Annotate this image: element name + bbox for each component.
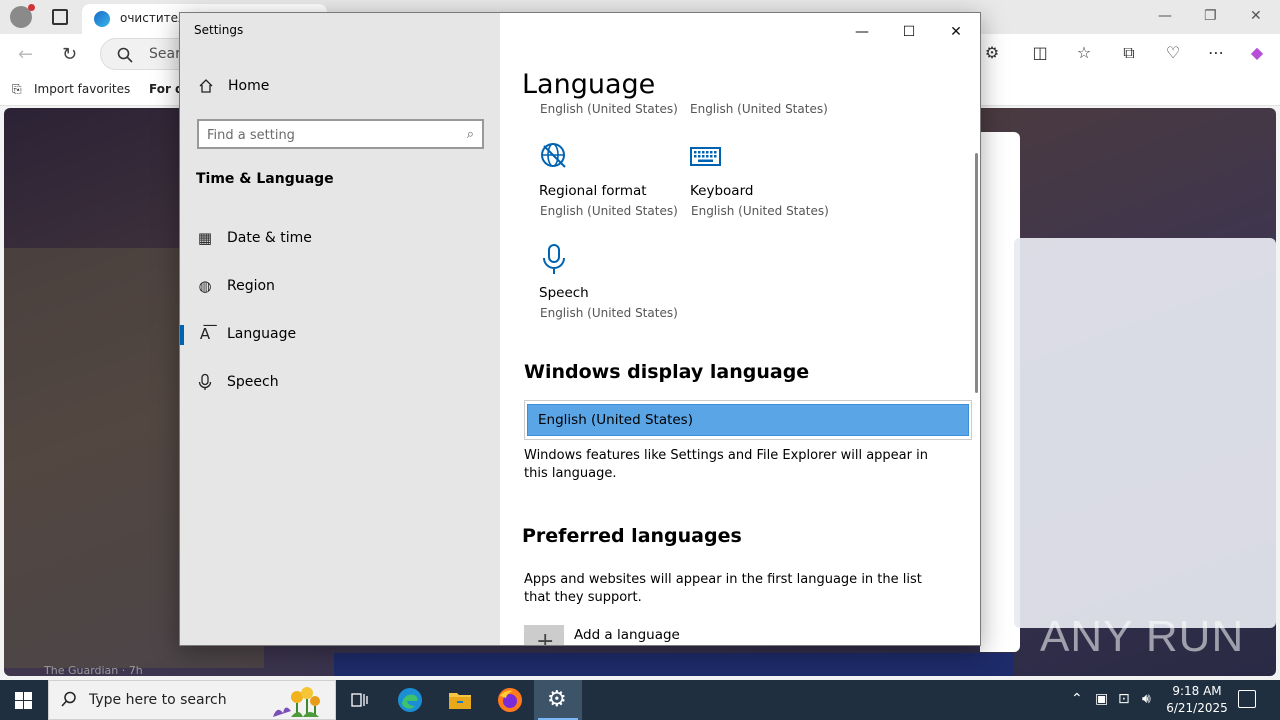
window-title: Settings <box>194 23 244 37</box>
start-button[interactable] <box>0 680 48 720</box>
close-icon[interactable]: ✕ <box>934 19 978 45</box>
tile-label: Speech <box>539 285 589 301</box>
sidebar-item-label: Region <box>227 278 275 294</box>
tab-actions-icon[interactable] <box>52 9 68 25</box>
content-scrollbar[interactable] <box>975 153 978 393</box>
refresh-icon[interactable]: ↻ <box>62 44 77 65</box>
edge-tab-icon <box>94 11 110 27</box>
folder-icon <box>449 693 471 709</box>
tile-subtitle: English (United States) <box>691 204 829 218</box>
add-language-label: Add a language <box>574 627 680 643</box>
back-icon[interactable]: ← <box>18 44 33 65</box>
import-favorites-icon: ⎘ <box>12 82 22 96</box>
favorites-star-icon[interactable]: ☆ <box>1073 43 1095 65</box>
find-setting-input[interactable] <box>207 125 447 145</box>
display-language-select[interactable]: English (United States) <box>524 400 972 440</box>
split-screen-icon[interactable]: ◫ <box>1029 43 1051 65</box>
minimize-icon[interactable]: — <box>840 19 884 45</box>
more-options-icon[interactable]: ⋯ <box>1205 43 1227 65</box>
tile-label: Regional format <box>539 183 647 199</box>
display-language-value: English (United States) <box>538 412 693 428</box>
calendar-clock-icon: ▦ <box>197 229 213 247</box>
show-hidden-icons-icon[interactable]: ⌃ <box>1071 691 1083 707</box>
sidebar-item-region[interactable]: ◍ Region <box>180 269 500 305</box>
gear-icon: ⚙ <box>547 687 567 712</box>
display-language-heading: Windows display language <box>524 361 810 383</box>
network-icon[interactable]: ⊡ <box>1118 691 1130 707</box>
favorite-import[interactable]: Import favorites <box>34 82 130 96</box>
tile-subtitle: English (United States) <box>540 204 678 218</box>
news-source: The Guardian · 7h <box>44 664 143 676</box>
taskbar-file-explorer[interactable] <box>436 680 484 720</box>
category-heading: Time & Language <box>196 171 334 187</box>
sidebar-item-language[interactable]: A͞ Language <box>180 317 500 353</box>
search-highlight-flowers-icon <box>273 687 320 717</box>
task-view-button[interactable] <box>336 680 384 720</box>
taskbar-firefox[interactable] <box>486 680 534 720</box>
tile-label: Keyboard <box>690 183 754 199</box>
microphone-icon <box>198 373 212 390</box>
add-language-button[interactable]: Add a language <box>524 625 964 645</box>
blurred-side-panel <box>1014 238 1276 628</box>
page-title: Language <box>522 69 656 100</box>
taskbar: Type here to search ⚙ ⌃ ▣ ⊡ 🔊︎ 9:18 AM 6… <box>0 680 1280 720</box>
tile-subtitle: English (United States) <box>540 306 678 320</box>
cut-off-tile-subtitle: English (United States) <box>540 102 678 116</box>
sidebar-item-label: Language <box>227 326 297 342</box>
taskbar-edge[interactable] <box>386 680 434 720</box>
tile-keyboard[interactable]: Keyboard English (United States) <box>690 141 830 231</box>
cut-off-tile-subtitle: English (United States) <box>690 102 828 116</box>
browser-restore-icon[interactable]: ❐ <box>1204 8 1217 24</box>
action-center-icon[interactable] <box>1238 690 1256 708</box>
copilot-icon[interactable]: ◆ <box>1246 43 1268 65</box>
preferred-languages-description: Apps and websites will appear in the fir… <box>524 572 922 605</box>
nav-home-label: Home <box>228 78 270 94</box>
clock-time: 9:18 AM <box>1172 684 1222 698</box>
anyrun-watermark: ANY RUN <box>1040 612 1245 661</box>
browser-essentials-icon[interactable]: ♡ <box>1162 43 1184 65</box>
collections-icon[interactable]: ⧉ <box>1118 43 1140 65</box>
settings-content: — ☐ ✕ Language English (United States) E… <box>500 13 980 645</box>
sidebar-item-speech[interactable]: Speech <box>180 365 500 401</box>
search-icon <box>117 47 133 63</box>
language-icon: A͞ <box>199 325 211 343</box>
volume-icon[interactable]: 🔊︎ <box>1142 691 1151 707</box>
keyboard-icon <box>690 147 721 166</box>
search-icon <box>61 691 76 707</box>
home-icon <box>199 79 213 93</box>
tile-regional-format[interactable]: Regional format English (United States) <box>539 141 679 231</box>
sidebar-item-label: Date & time <box>227 230 312 246</box>
regional-format-icon <box>541 143 566 168</box>
find-setting-box[interactable]: ⌕ <box>197 119 484 149</box>
taskbar-settings[interactable]: ⚙ <box>534 680 582 720</box>
maximize-icon[interactable]: ☐ <box>887 19 931 45</box>
sidebar-item-label: Speech <box>227 374 279 390</box>
taskbar-search-placeholder: Type here to search <box>89 692 227 708</box>
firefox-icon <box>498 688 522 712</box>
taskbar-clock[interactable]: 9:18 AM 6/21/2025 <box>1162 683 1232 717</box>
device-icon[interactable]: ▣ <box>1095 691 1108 707</box>
browser-close-icon[interactable]: ✕ <box>1250 8 1262 24</box>
tile-speech[interactable]: Speech English (United States) <box>539 243 679 333</box>
preferred-languages-heading: Preferred languages <box>522 525 742 547</box>
globe-icon: ◍ <box>198 277 212 295</box>
display-language-selected[interactable]: English (United States) <box>527 404 969 436</box>
search-icon: ⌕ <box>466 127 474 142</box>
clock-date: 6/21/2025 <box>1166 701 1228 715</box>
settings-sidebar: Settings Home ⌕ Time & Language ▦ Date &… <box>180 13 500 645</box>
blurred-banner <box>334 653 1014 676</box>
settings-window: Settings Home ⌕ Time & Language ▦ Date &… <box>179 12 981 646</box>
browser-minimize-icon[interactable]: — <box>1158 8 1172 24</box>
microphone-icon <box>543 244 565 274</box>
plus-icon <box>524 625 564 645</box>
taskbar-search-box[interactable]: Type here to search <box>48 680 336 720</box>
windows-logo-icon <box>15 692 32 709</box>
extensions-icon[interactable]: ⚙ <box>981 43 1003 65</box>
sidebar-item-date-time[interactable]: ▦ Date & time <box>180 221 500 257</box>
nav-home[interactable]: Home <box>180 73 500 101</box>
profile-avatar[interactable] <box>10 4 35 28</box>
task-view-icon <box>351 693 368 707</box>
edge-icon <box>398 688 422 712</box>
display-language-description: Windows features like Settings and File … <box>524 448 928 481</box>
